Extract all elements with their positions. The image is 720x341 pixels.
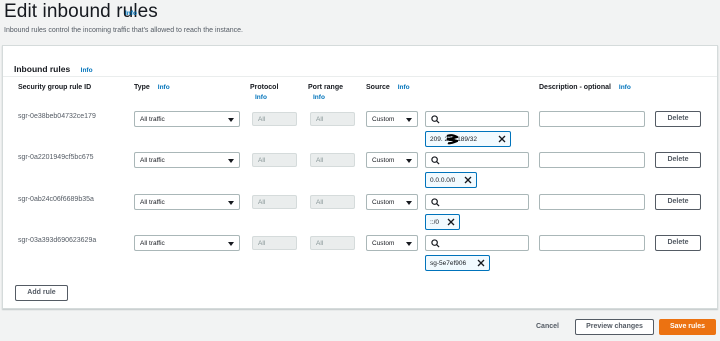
protocol-info-link[interactable]: Info [255,94,278,101]
type-select-value: All traffic [140,199,165,206]
search-icon [431,239,440,248]
type-select[interactable]: All traffic [134,152,240,168]
source-select[interactable]: Custom [366,194,418,210]
close-icon[interactable] [447,218,455,226]
delete-button[interactable]: Delete [655,111,701,127]
port-range-field: All [310,195,355,209]
port-range-field: All [310,236,355,250]
source-token-label: ::/0 [430,219,440,226]
protocol-field: All [252,195,297,209]
source-search-input[interactable] [425,111,529,127]
protocol-field: All [252,153,297,167]
source-select-value: Custom [372,157,395,164]
source-token: ::/0 [425,214,460,230]
description-input[interactable] [539,194,645,210]
type-select[interactable]: All traffic [134,235,240,251]
port-range-field: All [310,153,355,167]
rule-id: sgr-0e38beb04732ce179 [18,113,96,120]
type-select-value: All traffic [140,240,165,247]
col-header-port-range: Port range Info [308,84,343,101]
type-select[interactable]: All traffic [134,111,240,127]
rule-id: sgr-0a2201949cf5bc675 [18,154,94,161]
description-input[interactable] [539,152,645,168]
search-icon [431,115,440,124]
source-select[interactable]: Custom [366,235,418,251]
type-select-value: All traffic [140,116,165,123]
col-header-source: Source Info [366,84,410,91]
col-header-description: Description - optional Info [539,84,631,91]
source-search-input[interactable] [425,194,529,210]
source-select-value: Custom [372,240,395,247]
source-token-label: sg-5e7ef906 [430,260,467,267]
col-header-port-range-label: Port range [308,84,344,91]
rule-row: sgr-0e38beb04732ce179 All traffic All Al… [3,111,719,151]
caret-down-icon [406,201,412,205]
title-info-link[interactable]: Info [125,10,137,17]
close-icon[interactable] [464,176,472,184]
preview-changes-button[interactable]: Preview changes [575,319,654,335]
rule-row: sgr-0ab24c06f6689b35a All traffic All Al… [3,194,719,234]
source-token: sg-5e7ef906 [425,255,490,271]
col-header-protocol-label: Protocol [250,84,279,91]
source-select[interactable]: Custom [366,111,418,127]
panel-info-link[interactable]: Info [81,67,93,74]
panel-title: Inbound rules [14,64,71,74]
col-header-description-label: Description - optional [539,84,611,91]
description-info-link[interactable]: Info [619,84,631,91]
search-icon [431,198,440,207]
rule-row: sgr-0a2201949cf5bc675 All traffic All Al… [3,152,719,192]
search-icon [431,156,440,165]
caret-down-icon [406,118,412,122]
caret-down-icon [406,159,412,163]
source-search-input[interactable] [425,152,529,168]
col-header-type: Type Info [134,84,170,91]
panel-header: Inbound rules Info [3,46,717,77]
source-search-input[interactable] [425,235,529,251]
rule-id: sgr-0ab24c06f6689b35a [18,196,94,203]
col-header-source-label: Source [366,84,390,91]
col-header-protocol: Protocol Info [250,84,278,101]
port-range-field: All [310,112,355,126]
source-select-value: Custom [372,199,395,206]
col-header-rule-id-label: Security group rule ID [18,84,92,91]
col-header-type-label: Type [134,84,150,91]
type-select-value: All traffic [140,157,165,164]
delete-button[interactable]: Delete [655,152,701,168]
delete-button[interactable]: Delete [655,194,701,210]
caret-down-icon [406,242,412,246]
add-rule-button[interactable]: Add rule [15,285,68,301]
delete-button[interactable]: Delete [655,235,701,251]
type-info-link[interactable]: Info [158,84,170,91]
source-select-value: Custom [372,116,395,123]
protocol-field: All [252,112,297,126]
port-range-info-link[interactable]: Info [313,94,343,101]
redaction-scribble [446,134,458,145]
type-select[interactable]: All traffic [134,194,240,210]
close-icon[interactable] [477,259,485,267]
source-token: 0.0.0.0/0 [425,172,477,188]
col-header-rule-id: Security group rule ID [18,84,91,91]
inbound-rules-panel: Inbound rules Info Security group rule I… [2,45,718,309]
description-input[interactable] [539,235,645,251]
save-rules-button[interactable]: Save rules [659,319,716,335]
caret-down-icon [228,201,234,205]
protocol-field: All [252,236,297,250]
rule-id: sgr-03a393d690623629a [18,237,97,244]
close-icon[interactable] [498,135,506,143]
cancel-button[interactable]: Cancel [536,323,559,330]
caret-down-icon [228,118,234,122]
source-token: 209. 228.189/32 [425,131,511,147]
source-token-label: 0.0.0.0/0 [430,177,456,184]
rule-row: sgr-03a393d690623629a All traffic All Al… [3,235,719,275]
source-select[interactable]: Custom [366,152,418,168]
page-subtitle: Inbound rules control the incoming traff… [4,27,243,34]
caret-down-icon [228,242,234,246]
source-info-link[interactable]: Info [398,84,410,91]
description-input[interactable] [539,111,645,127]
caret-down-icon [228,159,234,163]
